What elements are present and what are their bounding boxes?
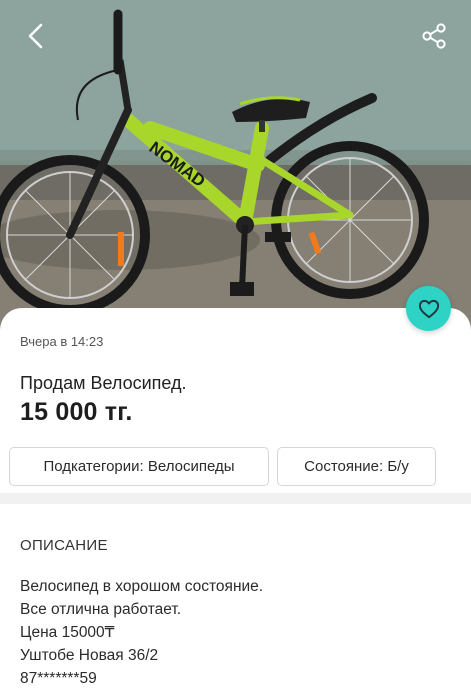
section-divider bbox=[0, 493, 471, 504]
listing-title: Продам Велосипед. bbox=[20, 373, 187, 393]
description-heading: ОПИСАНИЕ bbox=[20, 537, 108, 554]
chevron-left-icon bbox=[28, 23, 43, 49]
description-line: 87*******59 bbox=[20, 670, 97, 687]
description-line: Цена 15000₸ bbox=[20, 624, 115, 641]
bicycle-photo: NOMAD bbox=[0, 0, 471, 330]
share-icon bbox=[422, 23, 446, 49]
condition-chip[interactable]: Состояние: Б/у bbox=[277, 447, 436, 486]
description-line: Уштобе Новая 36/2 bbox=[20, 647, 159, 664]
listing-price: 15 000 тг. bbox=[20, 398, 133, 426]
listing-date: Вчера в 14:23 bbox=[20, 334, 104, 349]
description-line: Все отлична работает. bbox=[20, 601, 182, 618]
share-button[interactable] bbox=[416, 18, 452, 54]
back-button[interactable] bbox=[18, 18, 54, 54]
heart-icon bbox=[418, 299, 439, 318]
subcategory-chip[interactable]: Подкатегории: Велосипеды bbox=[9, 447, 269, 486]
description-text: Велосипед в хорошом состояние. Все отлич… bbox=[20, 575, 263, 690]
favorite-button[interactable] bbox=[406, 286, 451, 331]
listing-photo[interactable]: NOMAD bbox=[0, 0, 471, 330]
description-line: Велосипед в хорошом состояние. bbox=[20, 578, 264, 595]
